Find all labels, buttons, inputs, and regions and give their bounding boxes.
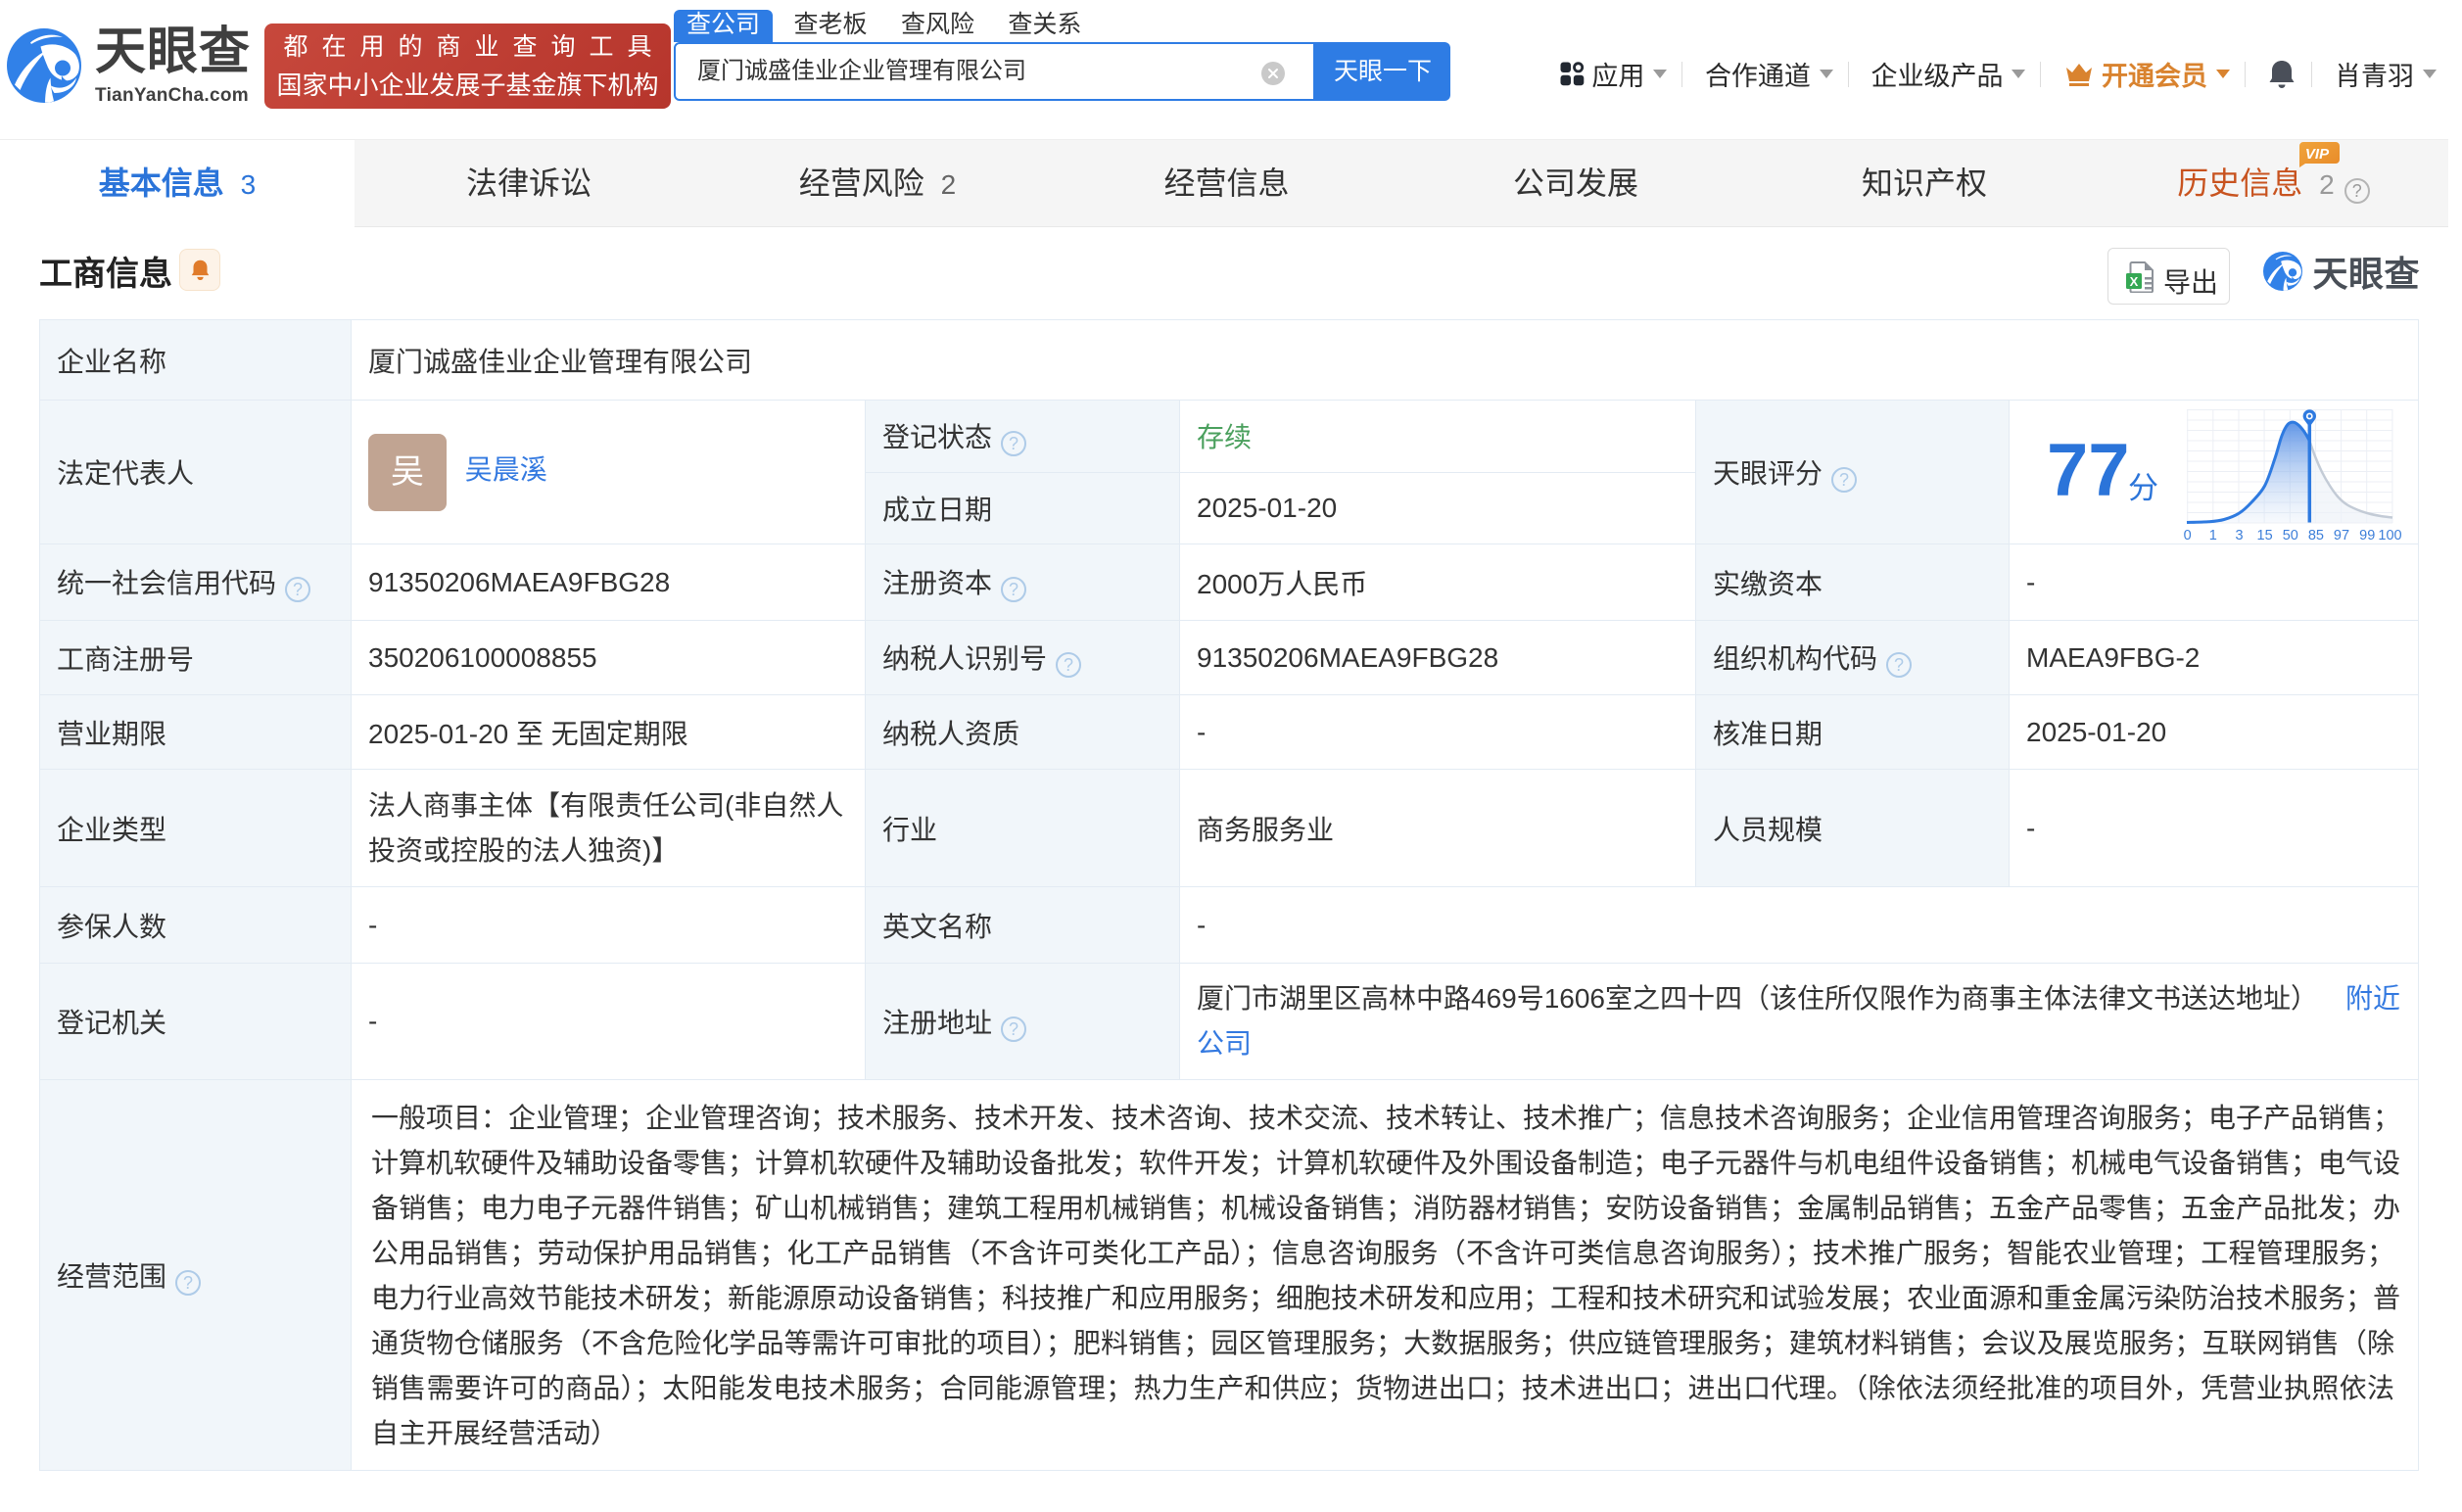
svg-text:85: 85 xyxy=(2308,528,2324,543)
svg-text:X: X xyxy=(2130,274,2139,289)
svg-text:97: 97 xyxy=(2334,528,2349,543)
svg-text:50: 50 xyxy=(2283,528,2298,543)
svg-text:99: 99 xyxy=(2359,528,2375,543)
svg-text:15: 15 xyxy=(2257,528,2273,543)
svg-text:100: 100 xyxy=(2378,528,2401,543)
svg-text:0: 0 xyxy=(2184,528,2192,543)
svg-text:1: 1 xyxy=(2209,528,2217,543)
svg-text:VIP: VIP xyxy=(2305,146,2330,163)
svg-text:3: 3 xyxy=(2235,528,2243,543)
